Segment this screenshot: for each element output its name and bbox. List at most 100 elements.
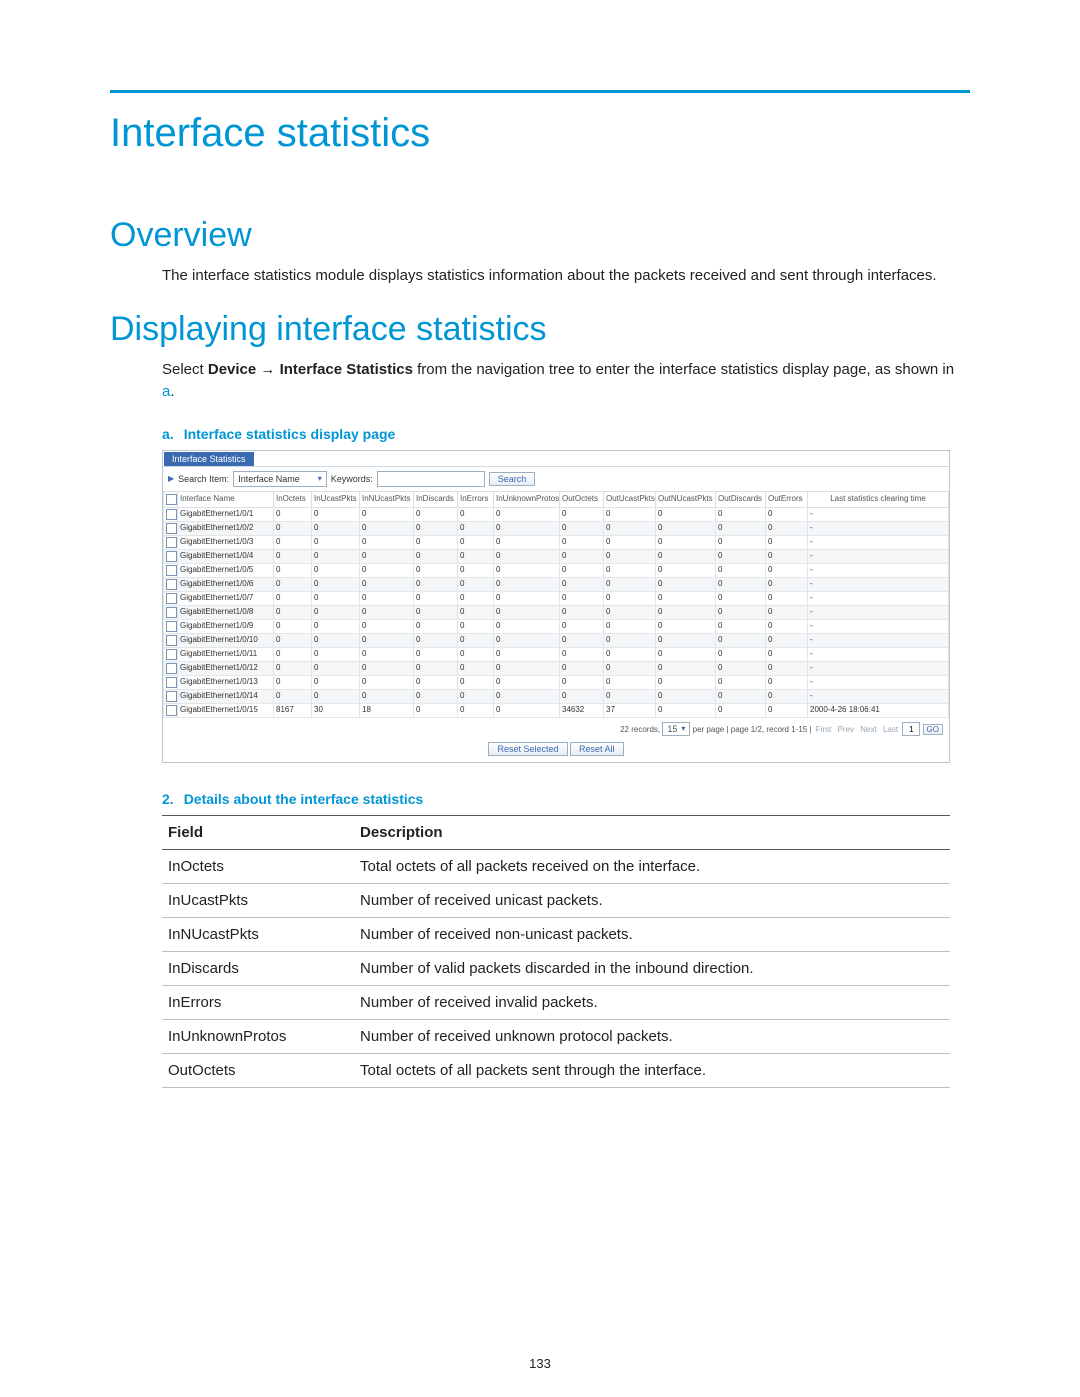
stat-cell: 0 [560,605,604,619]
stat-cell: 0 [604,591,656,605]
stat-cell: 0 [766,633,808,647]
keywords-input[interactable] [377,471,485,487]
stat-cell: 0 [274,689,312,703]
stat-cell: 0 [458,549,494,563]
stat-cell: 0 [494,591,560,605]
col-header: OutDiscards [716,491,766,507]
search-item-select[interactable]: Interface Name▾ [233,471,327,487]
stat-cell: 0 [656,577,716,591]
stat-cell: 0 [766,521,808,535]
stat-cell: 0 [604,605,656,619]
details-table: Field Description InOctetsTotal octets o… [162,815,950,1088]
stat-cell: 0 [716,619,766,633]
pager-first[interactable]: First [816,725,832,734]
stat-cell: 0 [494,633,560,647]
table-row: GigabitEthernet1/0/900000000000- [164,619,949,633]
row-checkbox[interactable] [166,677,177,688]
stat-cell: 0 [766,647,808,661]
stat-cell: 0 [360,521,414,535]
tab-interface-statistics[interactable]: Interface Statistics [164,452,254,466]
stat-cell: 0 [766,689,808,703]
stat-cell: 0 [274,619,312,633]
details-field: InErrors [162,986,354,1020]
stat-cell: 0 [458,577,494,591]
stat-cell: 0 [656,675,716,689]
stat-cell: 0 [312,689,360,703]
stat-cell: 0 [604,535,656,549]
reset-selected-button[interactable]: Reset Selected [488,742,567,756]
stat-cell: 0 [766,661,808,675]
stat-cell: 0 [414,647,458,661]
caption-2: 2.Details about the interface statistics [162,791,970,807]
stat-cell: 0 [458,535,494,549]
row-checkbox[interactable] [166,691,177,702]
stat-cell: 0 [604,633,656,647]
row-checkbox[interactable] [166,635,177,646]
row-checkbox[interactable] [166,579,177,590]
details-field: InNUcastPkts [162,918,354,952]
stat-cell: 0 [458,689,494,703]
interface-name-cell: GigabitEthernet1/0/3 [178,535,274,549]
pager-next[interactable]: Next [860,725,876,734]
stat-cell: 0 [656,507,716,521]
interface-name-cell: GigabitEthernet1/0/8 [178,605,274,619]
stat-cell: 0 [656,633,716,647]
row-checkbox[interactable] [166,705,177,716]
keywords-label: Keywords: [331,474,373,484]
row-checkbox[interactable] [166,551,177,562]
stat-cell: 0 [656,647,716,661]
table-row: GigabitEthernet1/0/800000000000- [164,605,949,619]
details-description: Number of received unknown protocol pack… [354,1020,950,1054]
row-checkbox[interactable] [166,607,177,618]
stat-cell: 0 [656,661,716,675]
select-all-checkbox[interactable] [166,494,177,505]
stat-cell: 0 [766,619,808,633]
stat-cell: - [808,675,949,689]
interface-statistics-screenshot: Interface Statistics ▶ Search Item: Inte… [162,450,950,764]
stat-cell: 0 [604,563,656,577]
stat-cell: - [808,689,949,703]
pager-last[interactable]: Last [883,725,898,734]
pager-prev[interactable]: Prev [838,725,854,734]
interface-name-cell: GigabitEthernet1/0/13 [178,675,274,689]
details-description: Number of received non-unicast packets. [354,918,950,952]
details-row: InUcastPktsNumber of received unicast pa… [162,884,950,918]
row-checkbox[interactable] [166,509,177,520]
stat-cell: 0 [414,549,458,563]
stat-cell: 0 [716,675,766,689]
table-row: GigabitEthernet1/0/200000000000- [164,521,949,535]
row-checkbox[interactable] [166,565,177,576]
stat-cell: 0 [312,591,360,605]
stat-cell: 0 [458,605,494,619]
details-field: InOctets [162,850,354,884]
stat-cell: 0 [360,535,414,549]
stat-cell: 0 [458,675,494,689]
top-divider [110,90,970,93]
go-button[interactable]: GO [923,724,943,735]
stat-cell: - [808,619,949,633]
row-checkbox[interactable] [166,523,177,534]
stat-cell: 0 [414,619,458,633]
reset-all-button[interactable]: Reset All [570,742,624,756]
stat-cell: 0 [766,577,808,591]
stat-cell: 0 [360,647,414,661]
row-checkbox[interactable] [166,537,177,548]
stat-cell: 37 [604,703,656,717]
page-number-input[interactable] [902,722,920,736]
stat-cell: 0 [560,507,604,521]
stat-cell: 0 [766,549,808,563]
per-page-select[interactable]: 15▾ [662,722,690,736]
col-header: OutErrors [766,491,808,507]
row-checkbox[interactable] [166,593,177,604]
stat-cell: 0 [312,535,360,549]
table-row: GigabitEthernet1/0/1100000000000- [164,647,949,661]
stat-cell: 0 [766,507,808,521]
stat-cell: 0 [360,563,414,577]
search-button[interactable]: Search [489,472,536,486]
row-checkbox[interactable] [166,663,177,674]
row-checkbox[interactable] [166,649,177,660]
stat-cell: 0 [494,703,560,717]
row-checkbox[interactable] [166,621,177,632]
details-description: Total octets of all packets sent through… [354,1054,950,1088]
col-header: InNUcastPkts [360,491,414,507]
